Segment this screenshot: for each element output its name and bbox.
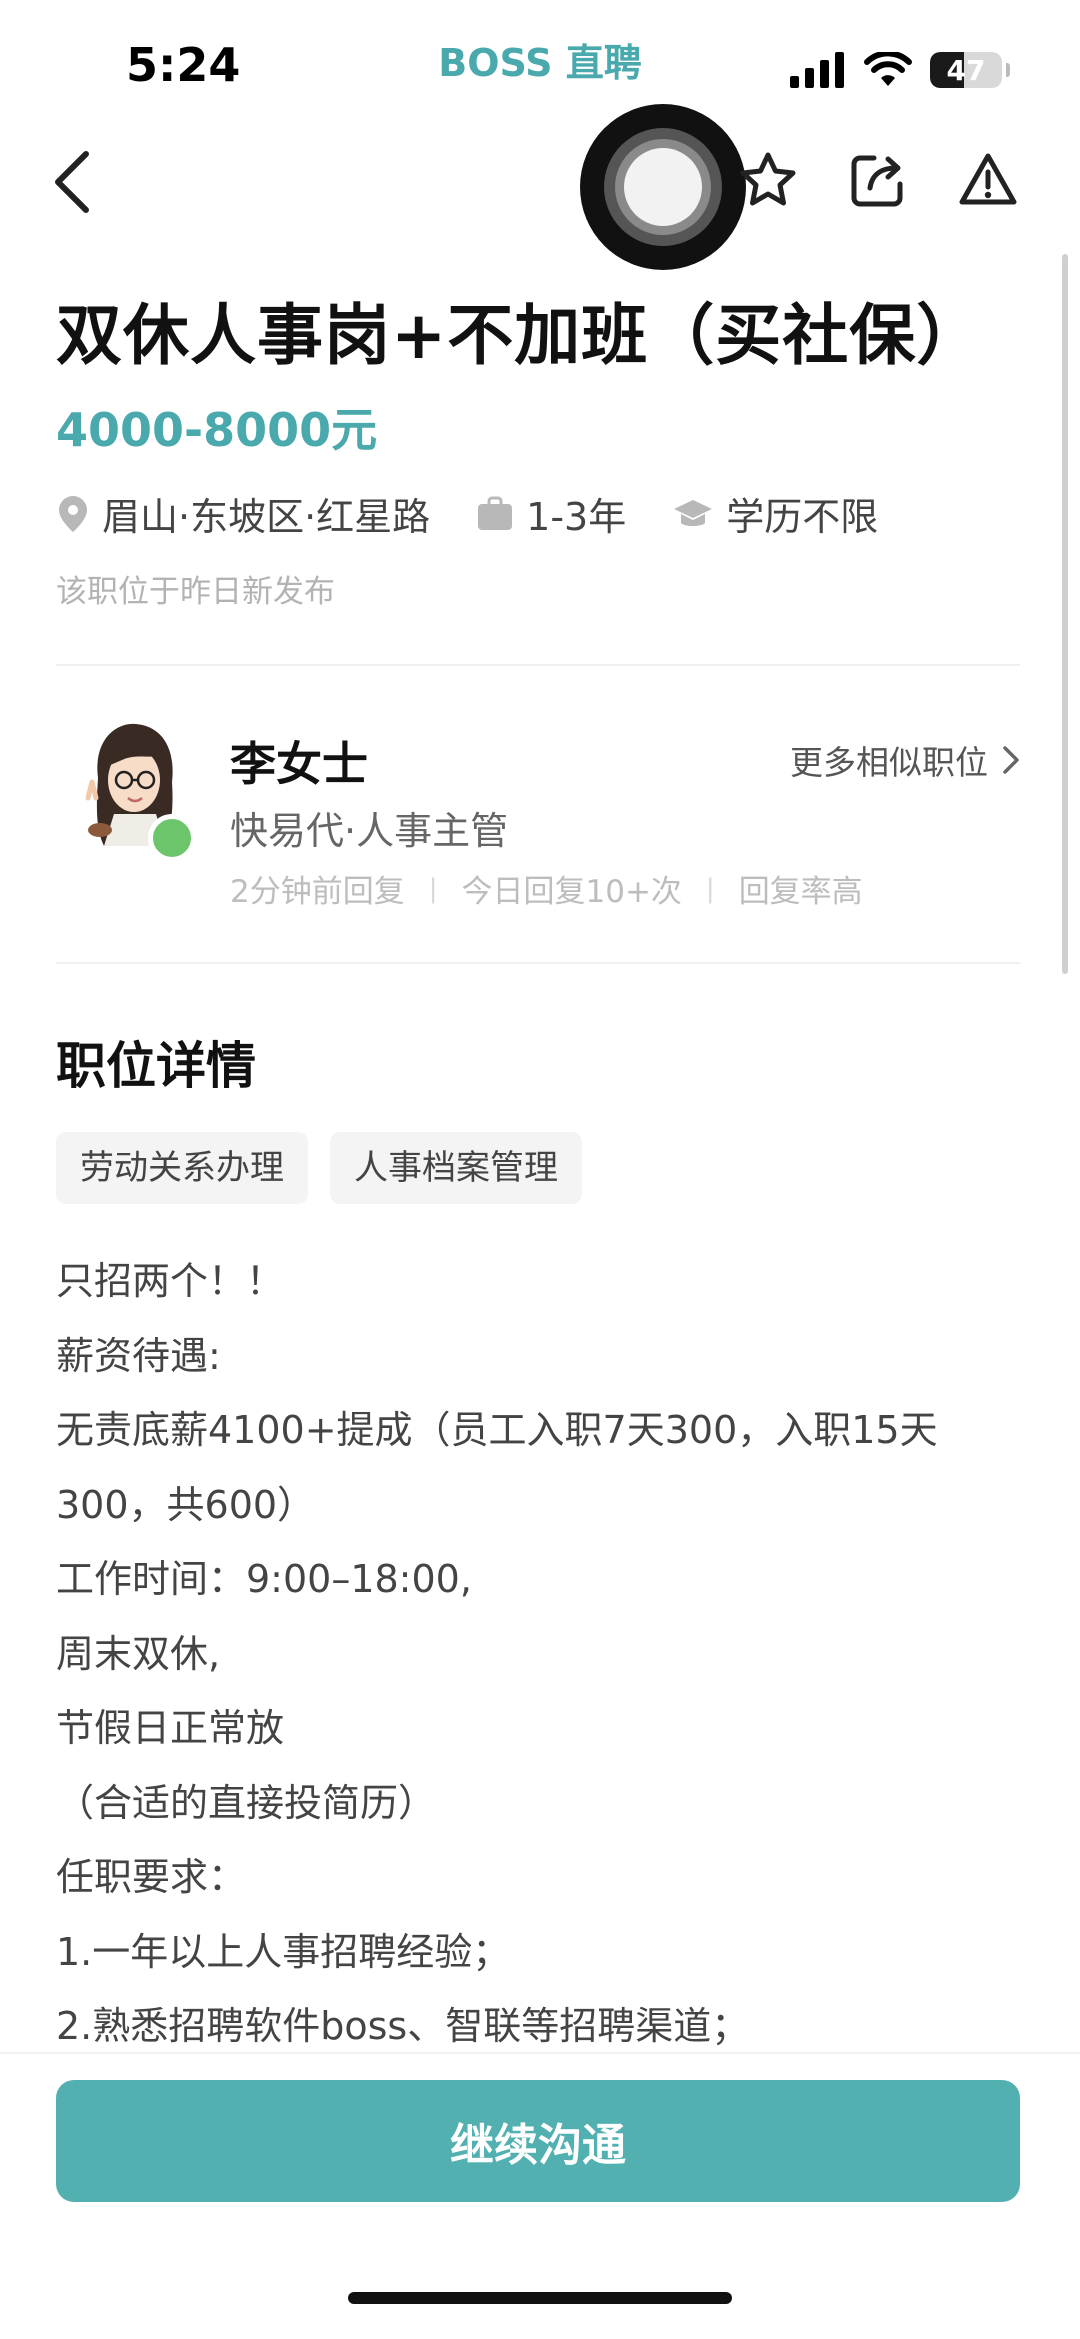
home-indicator[interactable]	[348, 2292, 732, 2304]
warning-icon[interactable]	[958, 150, 1018, 210]
stat-separator: |	[428, 873, 438, 904]
skill-tag: 人事档案管理	[330, 1132, 582, 1204]
description-line: 1.一年以上人事招聘经验；	[56, 1929, 511, 1974]
cellular-signal-icon	[790, 52, 844, 88]
salary: 4000-8000元	[56, 403, 378, 457]
battery-level: 47	[946, 53, 986, 87]
posted-time: 该职位于昨日新发布	[56, 574, 335, 610]
description-line: 300，共600）	[56, 1482, 316, 1527]
location-text: 眉山·东坡区·红星路	[102, 495, 431, 539]
recruiter-name: 李女士	[230, 737, 368, 791]
more-similar-jobs-label: 更多相似职位	[790, 743, 988, 782]
status-icons: 47	[790, 48, 1010, 92]
education-item: 学历不限	[672, 486, 878, 541]
recruiter-company-role: 快易代·人事主管	[230, 809, 509, 853]
job-meta-row: 眉山·东坡区·红星路 1-3年 学历不限	[56, 486, 924, 541]
continue-chat-button[interactable]: 继续沟通	[56, 2080, 1020, 2202]
recruiter-stats: 2分钟前回复 | 今日回复10+次 | 回复率高	[230, 866, 863, 911]
experience-text: 1-3年	[526, 495, 627, 539]
experience-item: 1-3年	[476, 486, 626, 541]
battery-tip	[1006, 63, 1010, 77]
reply-rate: 回复率高	[738, 874, 863, 910]
description-line: 无责底薪4100+提成（员工入职7天300，入职15天	[56, 1408, 938, 1452]
briefcase-icon	[478, 496, 513, 530]
location-item: 眉山·东坡区·红星路	[56, 486, 430, 541]
reply-count: 今日回复10+次	[461, 874, 682, 910]
job-title: 双休人事岗+不加班（买社保）	[56, 297, 984, 374]
description-line: 只招两个！！	[56, 1259, 285, 1303]
chevron-right-icon	[1003, 746, 1019, 774]
battery-icon: 47	[930, 52, 1002, 88]
location-pin-icon	[59, 495, 87, 532]
description-line: 任职要求：	[56, 1855, 247, 1899]
stat-separator: |	[705, 873, 715, 904]
share-icon[interactable]	[848, 150, 908, 210]
online-status-indicator	[148, 814, 196, 862]
job-description: 只招两个！！ 薪资待遇: 无责底薪4100+提成（员工入职7天300，入职15天…	[56, 1244, 1016, 2064]
education-text: 学历不限	[726, 495, 879, 539]
back-icon[interactable]	[50, 150, 94, 214]
star-icon[interactable]	[738, 150, 798, 210]
divider	[56, 664, 1020, 666]
more-similar-jobs-link[interactable]: 更多相似职位	[790, 736, 1020, 784]
graduation-cap-icon	[674, 499, 713, 526]
skill-tag: 劳动关系办理	[56, 1132, 308, 1204]
description-line: 周末双休,	[56, 1631, 221, 1676]
wifi-icon	[864, 52, 912, 86]
reply-time: 2分钟前回复	[230, 874, 405, 910]
section-title-job-details: 职位详情	[56, 1037, 256, 1095]
description-line: 薪资待遇:	[56, 1333, 221, 1378]
description-line: 工作时间：9:00–18:00,	[56, 1557, 472, 1601]
assistive-touch-button[interactable]	[580, 104, 746, 270]
description-line: 节假日正常放	[56, 1706, 285, 1750]
skill-tags: 劳动关系办理 人事档案管理	[56, 1132, 582, 1204]
divider	[56, 962, 1020, 964]
description-line: （合适的直接投简历）	[56, 1780, 437, 1825]
